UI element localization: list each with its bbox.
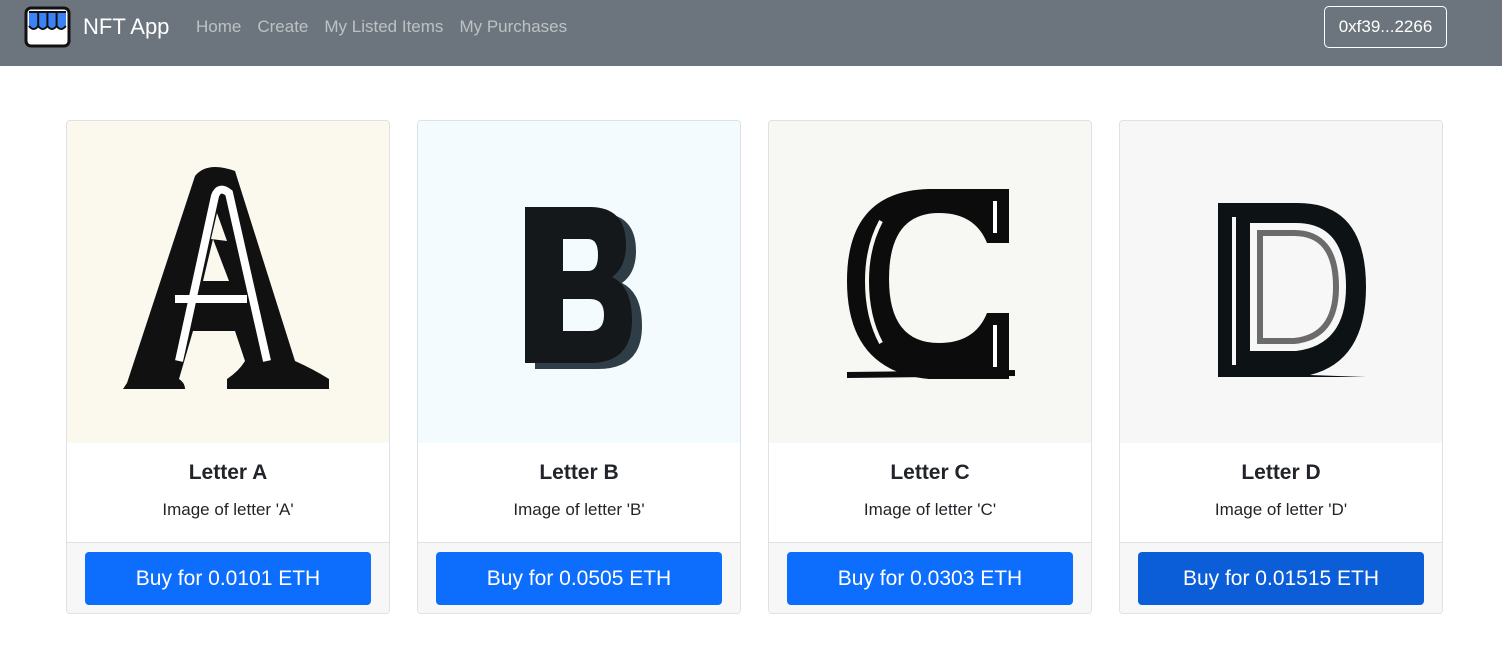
buy-button-letter-c[interactable]: Buy for 0.0303 ETH — [787, 552, 1073, 605]
nft-card-letter-a: Letter A Image of letter 'A' Buy for 0.0… — [66, 120, 390, 614]
buy-button-letter-d[interactable]: Buy for 0.01515 ETH — [1138, 552, 1424, 605]
card-footer: Buy for 0.0505 ETH — [418, 542, 740, 613]
nft-card-letter-d: Letter D Image of letter 'D' Buy for 0.0… — [1119, 120, 1443, 614]
card-footer: Buy for 0.0101 ETH — [67, 542, 389, 613]
nft-image-letter-d — [1120, 121, 1442, 443]
nft-card-letter-b: Letter B Image of letter 'B' Buy for 0.0… — [417, 120, 741, 614]
card-footer: Buy for 0.01515 ETH — [1120, 542, 1442, 613]
nft-image-letter-c — [769, 121, 1091, 443]
nft-image-letter-b — [418, 121, 740, 443]
navbar: NFT App Home Create My Listed Items My P… — [0, 0, 1502, 66]
brand-link[interactable]: NFT App — [24, 5, 169, 49]
storefront-icon — [24, 6, 71, 48]
wallet-address-button[interactable]: 0xf39...2266 — [1324, 6, 1447, 48]
buy-button-letter-a[interactable]: Buy for 0.0101 ETH — [85, 552, 371, 605]
nft-description: Image of letter 'B' — [513, 500, 645, 519]
nft-description: Image of letter 'A' — [162, 500, 294, 519]
nav-my-listed-items[interactable]: My Listed Items — [316, 17, 451, 37]
nav-links: Home Create My Listed Items My Purchases — [188, 0, 575, 53]
nft-title: Letter A — [188, 461, 268, 484]
nft-image-letter-a — [67, 121, 389, 443]
brand-name: NFT App — [83, 14, 170, 39]
nft-description: Image of letter 'D' — [1214, 500, 1348, 519]
nav-my-purchases[interactable]: My Purchases — [451, 17, 575, 37]
nft-description: Image of letter 'C' — [863, 500, 997, 519]
nav-home[interactable]: Home — [188, 17, 249, 37]
nav-create[interactable]: Create — [249, 17, 316, 37]
nft-title: Letter C — [890, 461, 970, 484]
nft-title: Letter D — [1241, 461, 1321, 484]
nft-title: Letter B — [539, 461, 619, 484]
buy-button-letter-b[interactable]: Buy for 0.0505 ETH — [436, 552, 722, 605]
card-footer: Buy for 0.0303 ETH — [769, 542, 1091, 613]
nft-card-letter-c: Letter C Image of letter 'C' Buy for 0.0… — [768, 120, 1092, 614]
